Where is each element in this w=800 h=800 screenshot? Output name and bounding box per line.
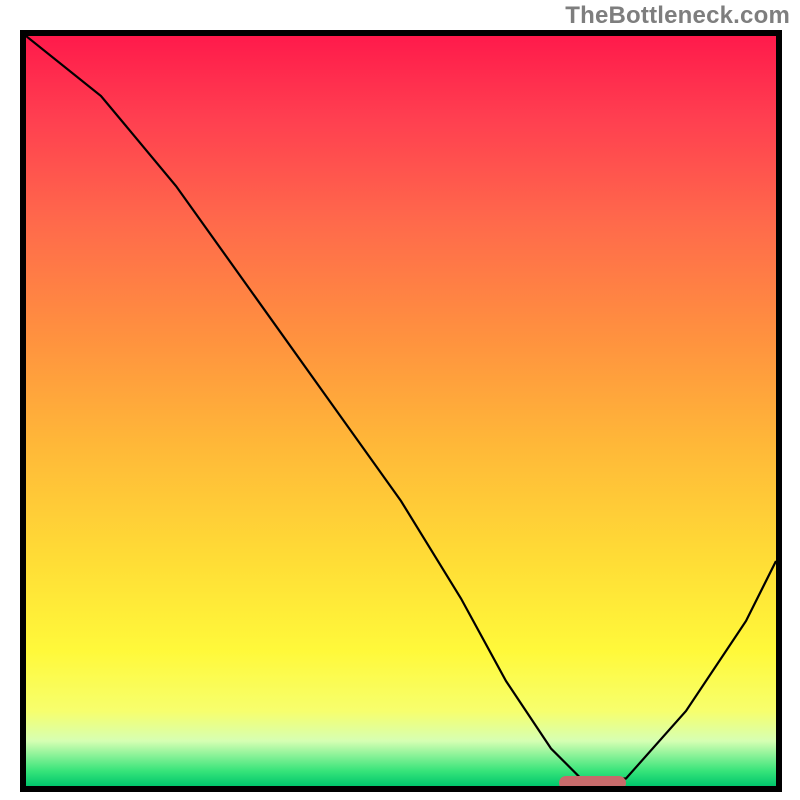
plot-frame: [20, 30, 782, 792]
curve-svg: [26, 36, 776, 786]
optimal-marker: [559, 776, 627, 790]
bottleneck-curve-path: [26, 36, 776, 779]
chart-container: TheBottleneck.com: [0, 0, 800, 800]
attribution-label: TheBottleneck.com: [565, 2, 790, 30]
